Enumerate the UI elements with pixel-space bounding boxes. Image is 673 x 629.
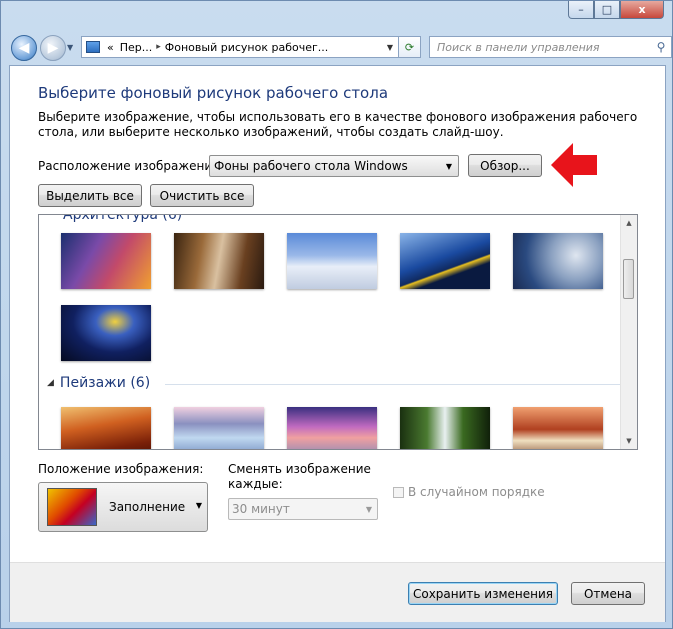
collapse-group-icon[interactable]: ◢	[47, 378, 54, 388]
interval-select[interactable]: 30 минут ▼	[228, 498, 378, 520]
control-panel-icon	[86, 41, 100, 53]
forward-button[interactable]: ▶	[40, 35, 66, 61]
chevron-down-icon: ▼	[365, 504, 373, 514]
address-dropdown-icon[interactable]: ▼	[382, 43, 398, 52]
wallpaper-thumbnail[interactable]	[287, 233, 377, 289]
breadcrumb-item-personalization[interactable]: Пер...	[117, 41, 156, 54]
interval-select-value: 30 минут	[232, 502, 290, 516]
wallpaper-thumbnail[interactable]	[513, 407, 603, 449]
wallpaper-thumbnail[interactable]	[287, 407, 377, 449]
clear-all-button[interactable]: Очистить все	[150, 184, 254, 207]
back-button[interactable]: ◀	[11, 35, 37, 61]
position-preview-image	[47, 488, 97, 526]
chevron-down-icon: ▼	[195, 501, 202, 510]
wallpaper-thumbnail[interactable]	[61, 407, 151, 449]
window-controls: – □ x	[568, 1, 664, 19]
shuffle-checkbox[interactable]: В случайном порядке	[393, 485, 545, 499]
wallpaper-thumbnail[interactable]	[400, 407, 490, 449]
close-button[interactable]: x	[620, 1, 664, 19]
page-title: Выберите фоновый рисунок рабочего стола	[38, 84, 389, 102]
cancel-button[interactable]: Отмена	[571, 582, 645, 605]
main-content: Выберите фоновый рисунок рабочего стола …	[9, 65, 666, 622]
recent-pages-dropdown[interactable]: ▼	[67, 43, 73, 52]
refresh-icon: ⟳	[404, 40, 415, 54]
maximize-button[interactable]: □	[594, 1, 620, 19]
group-label-landscapes: Пейзажи (6)	[59, 375, 151, 391]
search-icon[interactable]: ⚲	[651, 40, 671, 54]
breadcrumb-overflow[interactable]: «	[104, 41, 117, 54]
wallpaper-thumbnail[interactable]	[61, 305, 151, 361]
save-changes-button[interactable]: Сохранить изменения	[408, 582, 558, 605]
refresh-button[interactable]: ⟳	[399, 36, 421, 58]
checkbox-box[interactable]	[393, 486, 404, 498]
wallpaper-thumbnail[interactable]	[513, 233, 603, 289]
location-select-value: Фоны рабочего стола Windows	[214, 159, 408, 173]
minimize-button[interactable]: –	[568, 1, 594, 19]
group-header-landscapes[interactable]: ◢ Пейзажи (6)	[47, 375, 621, 391]
group-header-architecture[interactable]: Архитектура (6)	[63, 215, 182, 223]
wallpaper-thumbnail[interactable]	[174, 233, 264, 289]
navigation-bar: ◀ ▶ ▼ « Пер... ▸ Фоновый рисунок рабочег…	[9, 31, 672, 63]
footer-bar: Сохранить изменения Отмена	[10, 562, 665, 622]
location-label: Расположение изображения:	[38, 159, 224, 173]
wallpaper-gallery[interactable]: Архитектура (6) ◢ Пейзажи (6) ▲ ▼	[38, 214, 638, 450]
breadcrumb-item-desktop-background[interactable]: Фоновый рисунок рабочег...	[162, 41, 331, 54]
wallpaper-thumbnail[interactable]	[61, 233, 151, 289]
scroll-up-icon[interactable]: ▲	[621, 215, 637, 231]
address-bar[interactable]: « Пер... ▸ Фоновый рисунок рабочег... ▼	[81, 36, 399, 58]
browse-button[interactable]: Обзор...	[468, 154, 542, 177]
search-input[interactable]: Поиск в панели управления ⚲	[429, 36, 672, 58]
position-select-value: Заполнение	[109, 500, 186, 514]
control-panel-window: – □ x ◀ ▶ ▼ « Пер... ▸ Фоновый рисунок р…	[0, 0, 673, 629]
change-interval-label: Сменять изображение каждые:	[228, 462, 371, 491]
shuffle-label: В случайном порядке	[408, 485, 545, 499]
location-select[interactable]: Фоны рабочего стола Windows ▼	[209, 155, 459, 177]
chevron-down-icon: ▼	[445, 161, 453, 171]
scrollbar-thumb[interactable]	[623, 259, 634, 299]
back-arrow-icon: ◀	[18, 40, 30, 56]
search-placeholder: Поиск в панели управления	[437, 40, 600, 54]
position-select[interactable]: Заполнение ▼	[38, 482, 208, 532]
group-divider	[165, 384, 621, 385]
wallpaper-thumbnail[interactable]	[174, 407, 264, 449]
select-all-button[interactable]: Выделить все	[38, 184, 142, 207]
wallpaper-thumbnail[interactable]	[400, 233, 490, 289]
gallery-scrollbar[interactable]: ▲ ▼	[620, 215, 637, 449]
forward-arrow-icon: ▶	[47, 40, 59, 56]
page-description: Выберите изображение, чтобы использовать…	[38, 110, 638, 139]
red-arrow-annotation-icon	[551, 143, 597, 187]
position-label: Положение изображения:	[38, 462, 204, 476]
scroll-down-icon[interactable]: ▼	[621, 433, 637, 449]
